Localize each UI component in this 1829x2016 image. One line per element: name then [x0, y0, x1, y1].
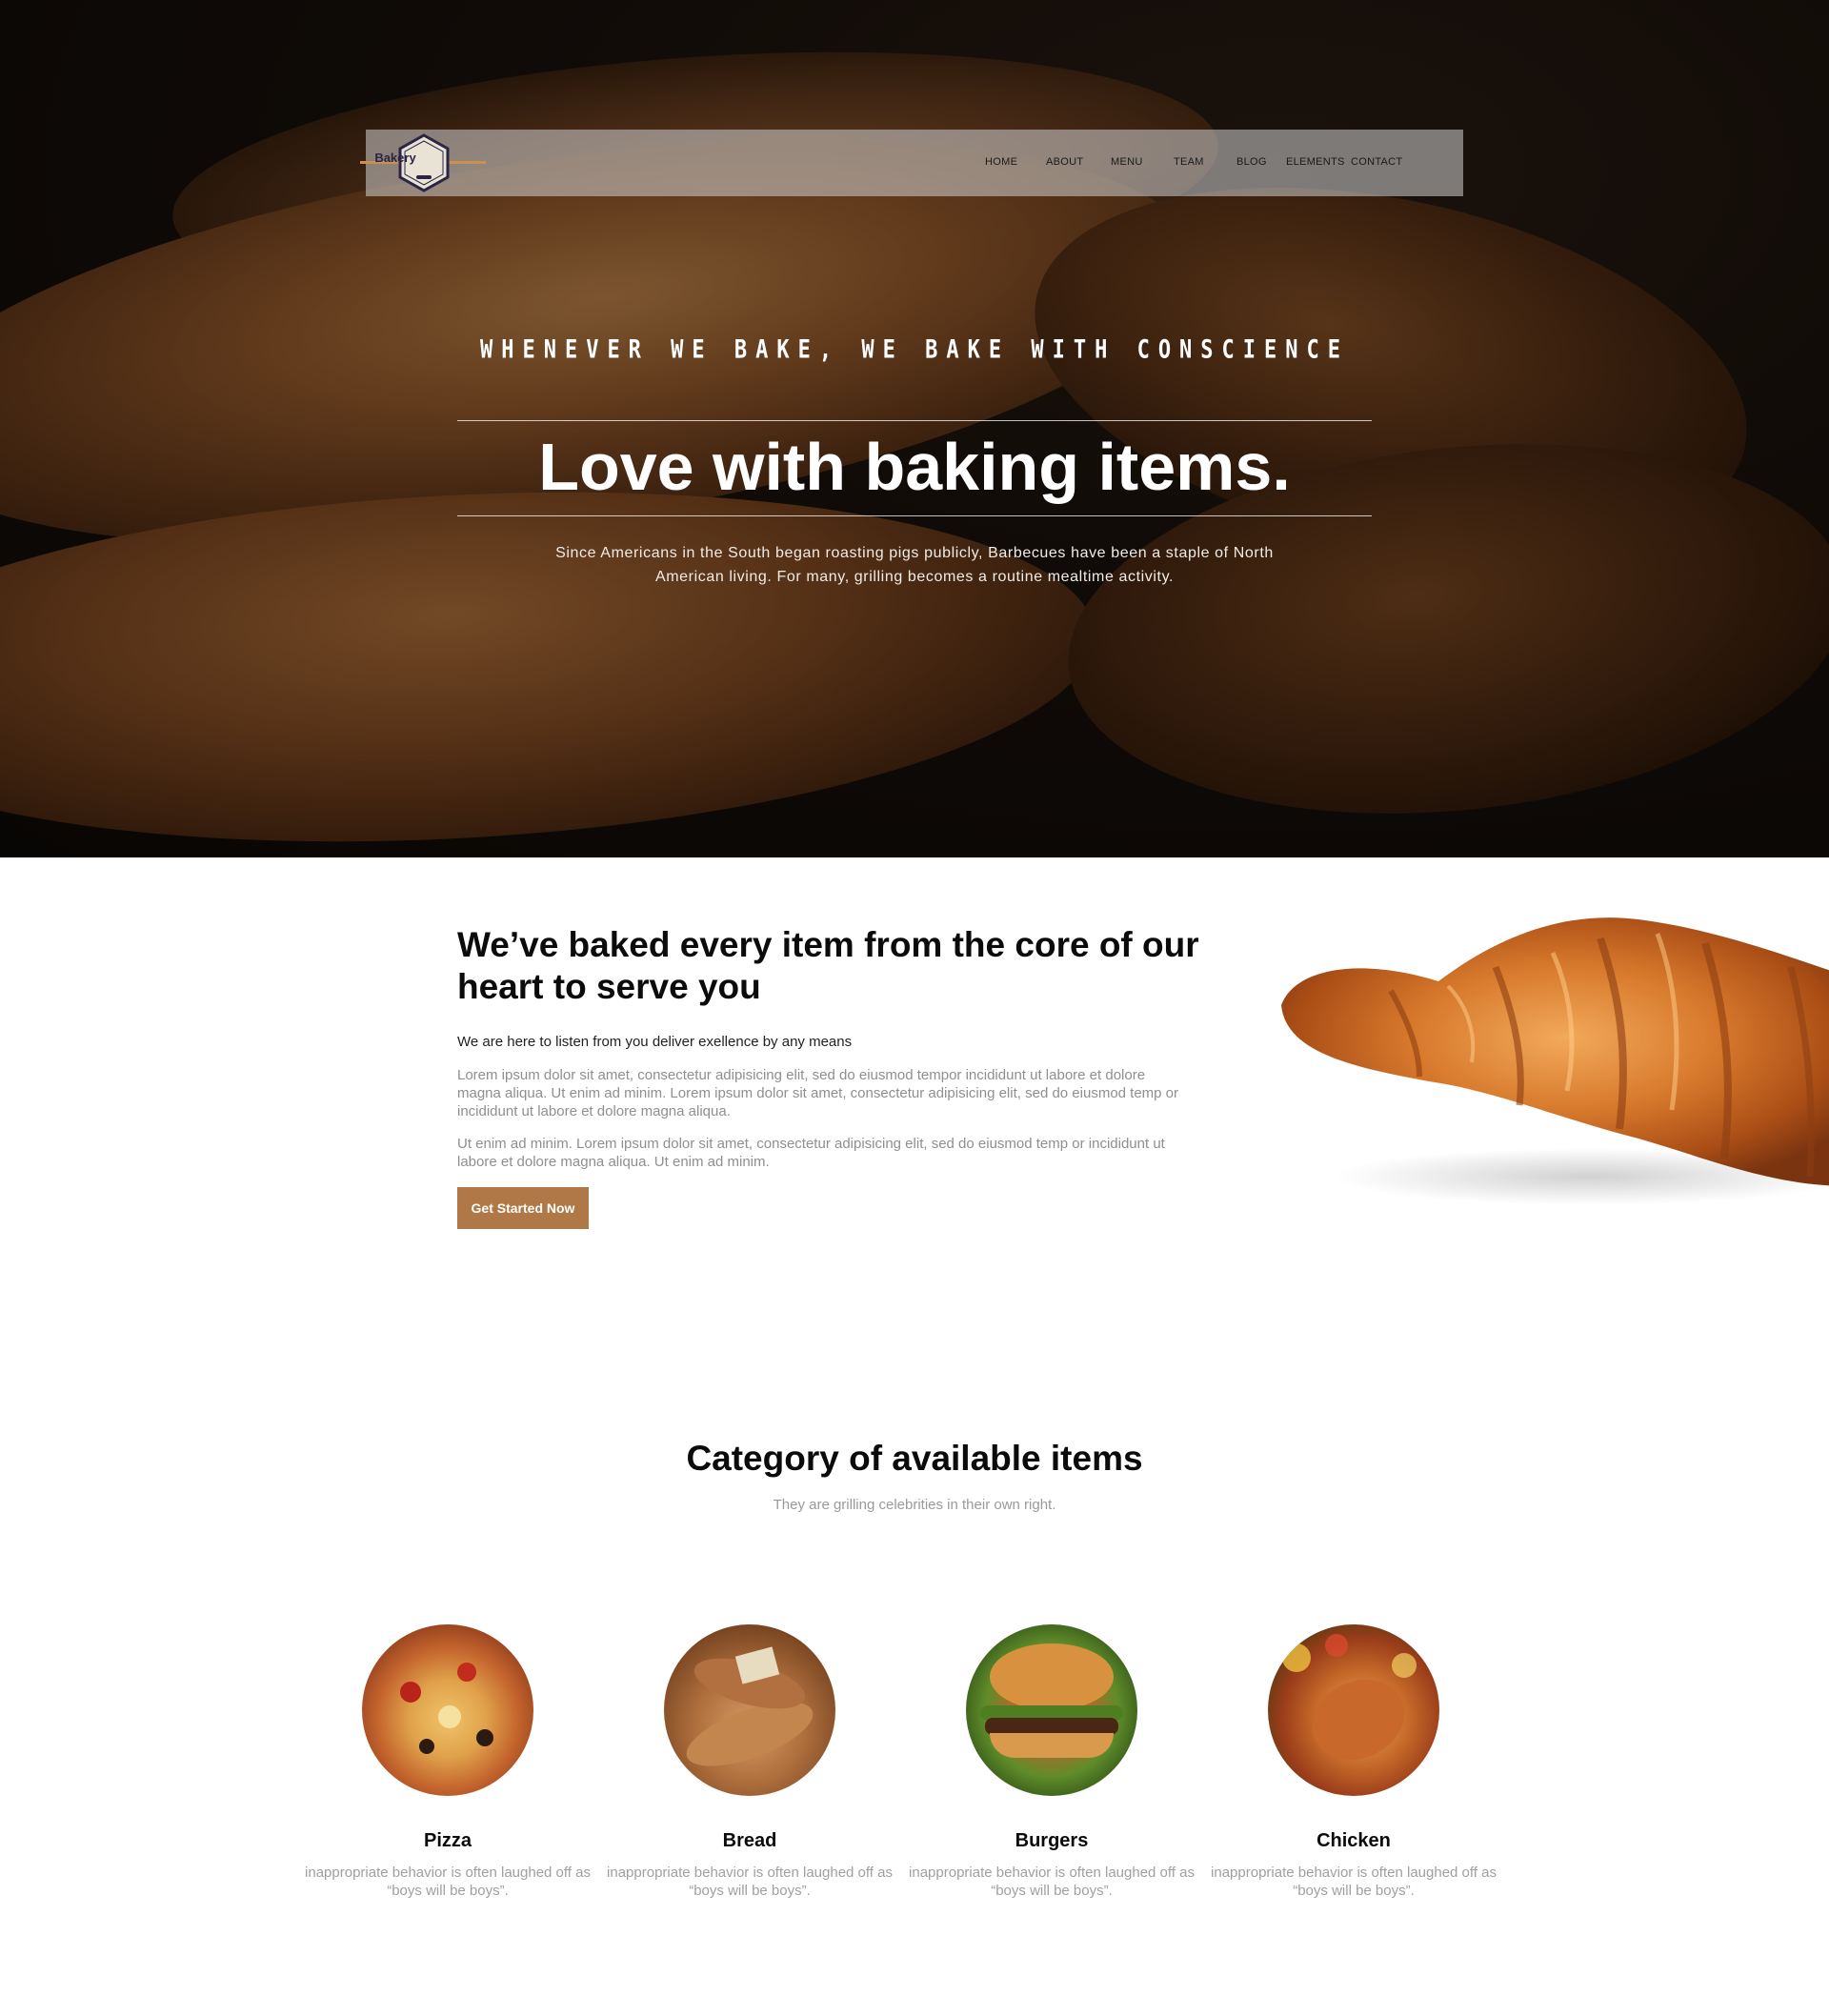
category-name: Burgers [1015, 1830, 1089, 1851]
croissant-image [1281, 917, 1829, 1205]
nav-blog-link[interactable]: BLOG [1236, 156, 1267, 168]
hero-section: Bakery HOME ABOUT MENU TEAM BLOG ELEMENT… [0, 0, 1829, 857]
about-paragraph: Lorem ipsum dolor sit amet, consectetur … [457, 1067, 1179, 1119]
nav-menu-link[interactable]: MENU [1111, 156, 1143, 168]
nav-home-link[interactable]: HOME [985, 156, 1017, 168]
category-description: inappropriate behavior is often laughed … [1211, 1865, 1497, 1899]
category-card-chicken[interactable]: Chicken inappropriate behavior is often … [1211, 1624, 1497, 1900]
category-description: inappropriate behavior is often laughed … [305, 1865, 591, 1899]
category-description: inappropriate behavior is often laughed … [607, 1865, 893, 1899]
nav-team-link[interactable]: TEAM [1174, 156, 1204, 168]
chicken-image[interactable] [1268, 1624, 1439, 1796]
get-started-button[interactable]: Get Started Now [457, 1187, 589, 1229]
category-name: Bread [722, 1830, 777, 1851]
main-navbar: Bakery HOME ABOUT MENU TEAM BLOG ELEMENT… [360, 130, 1463, 196]
category-name: Chicken [1316, 1830, 1391, 1851]
category-card-burgers[interactable]: Burgers inappropriate behavior is often … [909, 1624, 1195, 1900]
nav-elements-link[interactable]: ELEMENTS [1286, 156, 1345, 168]
bread-image[interactable] [664, 1624, 835, 1796]
hero-tagline: WHENEVER WE BAKE, WE BAKE WITH CONSCIENC… [479, 335, 1350, 365]
nav-about-link[interactable]: ABOUT [1046, 156, 1083, 168]
nav-contact-link[interactable]: CONTACT [1351, 156, 1402, 168]
hero-divider-bottom [457, 515, 1372, 516]
category-name: Pizza [423, 1830, 472, 1851]
about-subheading: We are here to listen from you deliver e… [457, 1034, 853, 1050]
hero-divider-top [457, 420, 1372, 421]
about-heading: We’ve baked every item from the core of … [457, 925, 1199, 1006]
category-card-bread[interactable]: Bread inappropriate behavior is often la… [607, 1624, 893, 1900]
category-subtitle: They are grilling celebrities in their o… [773, 1497, 1056, 1513]
hero-description: Since Americans in the South began roast… [555, 545, 1274, 585]
category-description: inappropriate behavior is often laughed … [909, 1865, 1195, 1899]
hero-title: Love with baking items. [538, 430, 1291, 504]
pizza-image[interactable] [362, 1624, 533, 1796]
burger-image[interactable] [966, 1624, 1137, 1796]
category-title: Category of available items [686, 1439, 1143, 1478]
logo-text: Bakery [374, 151, 416, 165]
about-paragraph: Ut enim ad minim. Lorem ipsum dolor sit … [457, 1136, 1165, 1170]
category-card-pizza[interactable]: Pizza inappropriate behavior is often la… [305, 1624, 591, 1900]
